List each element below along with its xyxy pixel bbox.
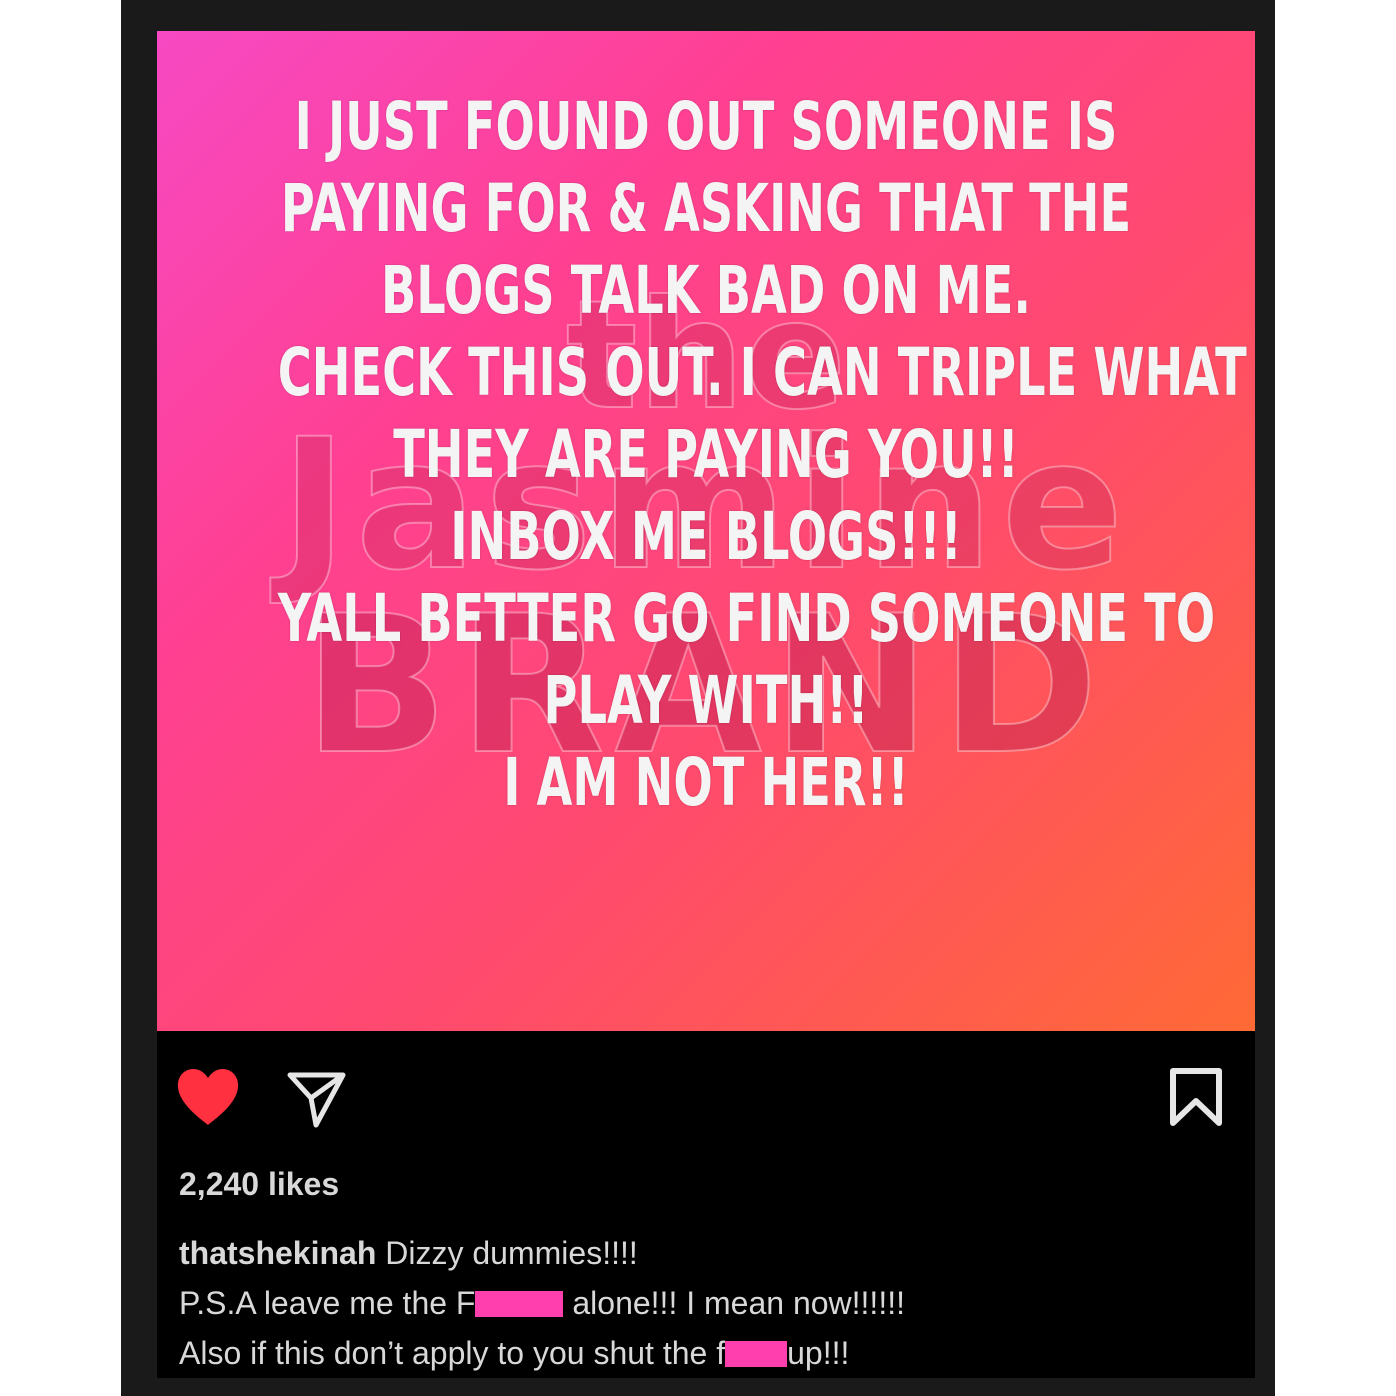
story-line: PAYING FOR & ASKING THAT THE <box>280 170 1132 247</box>
heart-icon[interactable] <box>175 1067 241 1127</box>
caption: thatshekinah Dizzy dummies!!!! P.S.A lea… <box>179 1228 1239 1378</box>
story-line: I JUST FOUND OUT SOMEONE IS <box>294 88 1118 165</box>
story-text: I JUST FOUND OUT SOMEONE IS PAYING FOR &… <box>277 86 1247 824</box>
story-line: BLOGS TALK BAD ON ME. <box>380 252 1032 329</box>
bookmark-icon[interactable] <box>1167 1067 1225 1127</box>
story-line: YALL BETTER GO FIND SOMEONE TO <box>277 580 1216 657</box>
action-bar <box>157 1031 1255 1161</box>
story-line: CHECK THIS OUT. I CAN TRIPLE WHAT <box>277 334 1247 411</box>
story-line: INBOX ME BLOGS!!! <box>450 498 962 575</box>
caption-text: Also if this don’t apply to you shut the… <box>179 1335 726 1371</box>
caption-line-3: Also if this don’t apply to you shut the… <box>179 1328 1239 1378</box>
caption-text: P.S.A leave me the F <box>179 1285 476 1321</box>
story-image: the Jasmine BRAND I JUST FOUND OUT SOMEO… <box>157 31 1255 1031</box>
censor-bar <box>725 1341 788 1367</box>
story-line: PLAY WITH!! <box>543 662 869 739</box>
caption-text: alone!!! I mean now!!!!!! <box>563 1285 905 1321</box>
story-line: THEY ARE PAYING YOU!! <box>393 416 1019 493</box>
likes-count[interactable]: 2,240 likes <box>179 1166 339 1203</box>
share-icon[interactable] <box>285 1067 347 1129</box>
instagram-post: the Jasmine BRAND I JUST FOUND OUT SOMEO… <box>157 31 1255 1378</box>
caption-text: Dizzy dummies!!!! <box>376 1235 638 1271</box>
story-line: I AM NOT HER!! <box>503 744 909 821</box>
username[interactable]: thatshekinah <box>179 1235 376 1271</box>
censor-bar <box>475 1291 564 1317</box>
caption-text: up!!! <box>787 1335 850 1371</box>
caption-line-1: thatshekinah Dizzy dummies!!!! <box>179 1228 1239 1278</box>
caption-line-2: P.S.A leave me the F alone!!! I mean now… <box>179 1278 1239 1328</box>
